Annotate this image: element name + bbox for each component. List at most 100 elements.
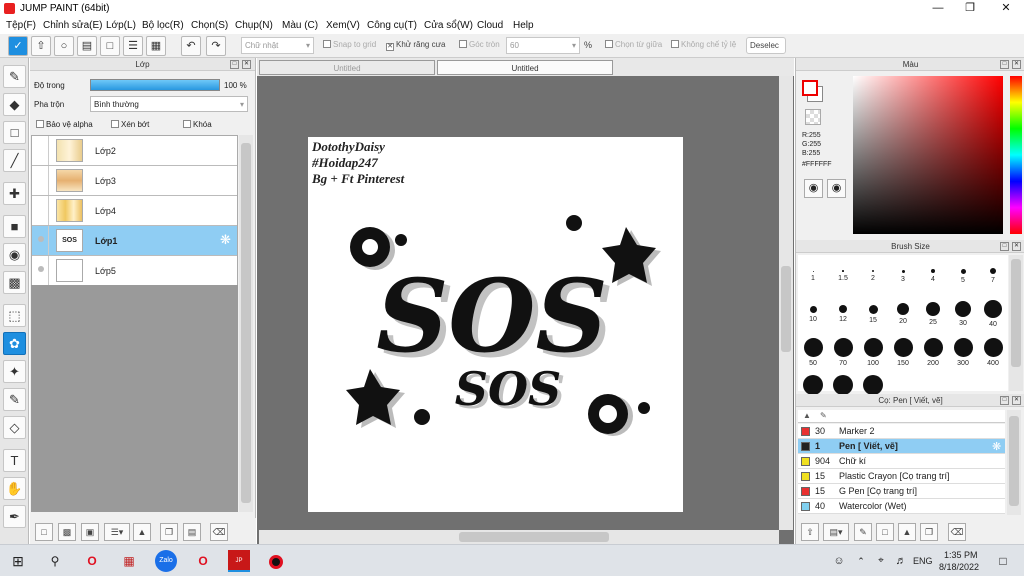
chevron-up-icon[interactable]: ⌃	[850, 550, 872, 572]
brush-copy-icon[interactable]: □	[876, 523, 894, 541]
app-grid-icon[interactable]: ▦	[118, 550, 140, 572]
brush-size-option[interactable]: 10	[798, 297, 828, 333]
new-bit-layer-icon[interactable]: ▣	[81, 523, 99, 541]
brush-size-option[interactable]: 300	[948, 335, 978, 371]
brush-size-option[interactable]: 25	[918, 297, 948, 333]
minimize-icon[interactable]: —	[922, 0, 954, 17]
menu-tools[interactable]: Công cụ(T)	[367, 20, 417, 31]
lock-option[interactable]: Khóa	[183, 120, 212, 129]
brush-size-option[interactable]: 30	[948, 297, 978, 333]
line-tool-icon[interactable]: ╱	[3, 149, 26, 172]
snap-grid-option[interactable]: Snap to grid	[323, 40, 376, 49]
brush-item[interactable]: 40 Watercolor (Wet)	[798, 499, 1005, 514]
panel-float-icon[interactable]: □	[230, 60, 239, 69]
trash-icon[interactable]: ⌫	[210, 523, 228, 541]
brush-item[interactable]: 904 Chữ kí	[798, 454, 1005, 469]
brush-size-option[interactable]: 1	[798, 259, 828, 295]
brush-size-option[interactable]: 1.5	[828, 259, 858, 295]
scroll-thumb[interactable]	[459, 532, 609, 542]
opera-icon[interactable]: O	[81, 550, 103, 572]
from-center-checkbox[interactable]	[605, 40, 613, 48]
hand-tool-icon[interactable]: ✋	[3, 477, 26, 500]
zalo-icon[interactable]: Zalo	[155, 550, 177, 572]
layer-row[interactable]: Lớp5	[32, 256, 237, 286]
snap-grid-checkbox[interactable]	[323, 40, 331, 48]
protect-alpha-checkbox[interactable]	[36, 120, 44, 128]
new-check-icon[interactable]: ✓	[8, 36, 28, 56]
visibility-toggle[interactable]	[33, 256, 49, 285]
brush-size-scrollbar[interactable]	[1009, 255, 1023, 391]
panel-close-icon[interactable]: ✕	[1012, 396, 1021, 405]
wifi-icon[interactable]: ⌖	[870, 550, 892, 572]
clock-time[interactable]: 1:35 PM	[944, 550, 978, 560]
layer-menu-icon[interactable]: ☰▾	[104, 523, 130, 541]
panel-close-icon[interactable]: ✕	[1012, 242, 1021, 251]
color-picker-square[interactable]	[853, 76, 1003, 234]
corner-checkbox[interactable]	[459, 40, 467, 48]
palette-icon[interactable]: ◉	[804, 179, 823, 198]
new-layer-icon[interactable]: □	[35, 523, 53, 541]
drawing-canvas[interactable]: DotothyDaisy #Hoidap247 Bg + Ft Pinteres…	[308, 137, 683, 512]
brush-size-option[interactable]: 40	[978, 297, 1008, 333]
panel-close-icon[interactable]: ✕	[242, 60, 251, 69]
gear-icon[interactable]: ❋	[992, 440, 1001, 453]
no-ratio-option[interactable]: Không chế tỷ lệ	[671, 40, 736, 49]
brush-menu-icon[interactable]: ▤▾	[823, 523, 849, 541]
fg-color-swatch[interactable]	[802, 80, 818, 96]
menu-file[interactable]: Tệp(F)	[6, 20, 36, 31]
blend-select[interactable]: Bình thường ▾	[90, 96, 248, 112]
duplicate-icon[interactable]: ❐	[920, 523, 938, 541]
brush-list-scrollbar[interactable]	[1007, 410, 1021, 515]
brush-tool-icon[interactable]: ✎	[3, 65, 26, 88]
rect-tool-icon[interactable]: □	[3, 121, 26, 144]
deselect-button[interactable]: Deselec	[746, 37, 786, 54]
restore-icon[interactable]: ❐	[954, 0, 986, 17]
opera-gx-icon[interactable]: O	[192, 550, 214, 572]
select-eraser-icon[interactable]: ◇	[3, 416, 26, 439]
page-icon[interactable]: □	[100, 36, 120, 56]
volume-icon[interactable]: ♬	[890, 550, 912, 572]
list-icon[interactable]: ☰	[123, 36, 143, 56]
close-icon[interactable]: ✕	[990, 0, 1022, 17]
corner-option[interactable]: Góc tròn	[459, 40, 500, 49]
menu-filter[interactable]: Bộ lọc(R)	[142, 20, 184, 31]
vertical-scrollbar[interactable]	[779, 76, 793, 530]
lasso-tool-icon[interactable]: ✿	[3, 332, 26, 355]
brush-size-option[interactable]: 2	[858, 259, 888, 295]
tab-untitled-2[interactable]: Untitled	[437, 60, 613, 75]
merge-layer-icon[interactable]: ▤	[183, 523, 201, 541]
brush-item-selected[interactable]: 1 Pen [ Viết, vẽ] ❋	[798, 439, 1005, 454]
brush-item[interactable]: 15 G Pen [Cọ trang trí]	[798, 484, 1005, 499]
visibility-toggle[interactable]	[33, 136, 49, 165]
brush-size-option[interactable]: 400	[978, 335, 1008, 371]
scroll-thumb[interactable]	[241, 143, 251, 503]
scroll-thumb[interactable]	[1009, 416, 1019, 506]
transparent-swatch[interactable]	[805, 109, 821, 125]
brush-item[interactable]: 15 Plastic Crayon [Cọ trang trí]	[798, 469, 1005, 484]
magic-wand-icon[interactable]: ✦	[3, 360, 26, 383]
brush-upload-icon[interactable]: ⇧	[801, 523, 819, 541]
gear-icon[interactable]: ❋	[220, 232, 231, 248]
brush-size-option[interactable]: 7	[978, 259, 1008, 295]
brush-size-option[interactable]: 70	[828, 335, 858, 371]
brush-size-option[interactable]: 20	[888, 297, 918, 333]
no-ratio-checkbox[interactable]	[671, 40, 679, 48]
layer-scrollbar[interactable]	[239, 135, 253, 512]
scroll-thumb[interactable]	[1011, 259, 1021, 367]
duplicate-layer-icon[interactable]: ❐	[160, 523, 178, 541]
brush-item[interactable]: 30 Marker 2	[798, 424, 1005, 439]
eraser-tool-icon[interactable]: ◆	[3, 93, 26, 116]
panel-float-icon[interactable]: □	[1000, 396, 1009, 405]
windows-start-icon[interactable]: ⊞	[7, 550, 29, 572]
menu-cloud[interactable]: Cloud	[477, 20, 503, 31]
menu-layer[interactable]: Lớp(L)	[106, 20, 136, 31]
brush-size-option[interactable]: 50	[798, 335, 828, 371]
opacity-slider[interactable]	[90, 79, 220, 91]
fill-rect-tool-icon[interactable]: ■	[3, 215, 26, 238]
shape-select[interactable]: Chữ nhật ▾	[241, 37, 314, 54]
text-tool-icon[interactable]: T	[3, 449, 26, 472]
brush-size-option[interactable]: 150	[888, 335, 918, 371]
brush-size-option[interactable]: 5	[948, 259, 978, 295]
visibility-toggle[interactable]	[33, 196, 49, 225]
brush-size-option[interactable]: 100	[858, 335, 888, 371]
